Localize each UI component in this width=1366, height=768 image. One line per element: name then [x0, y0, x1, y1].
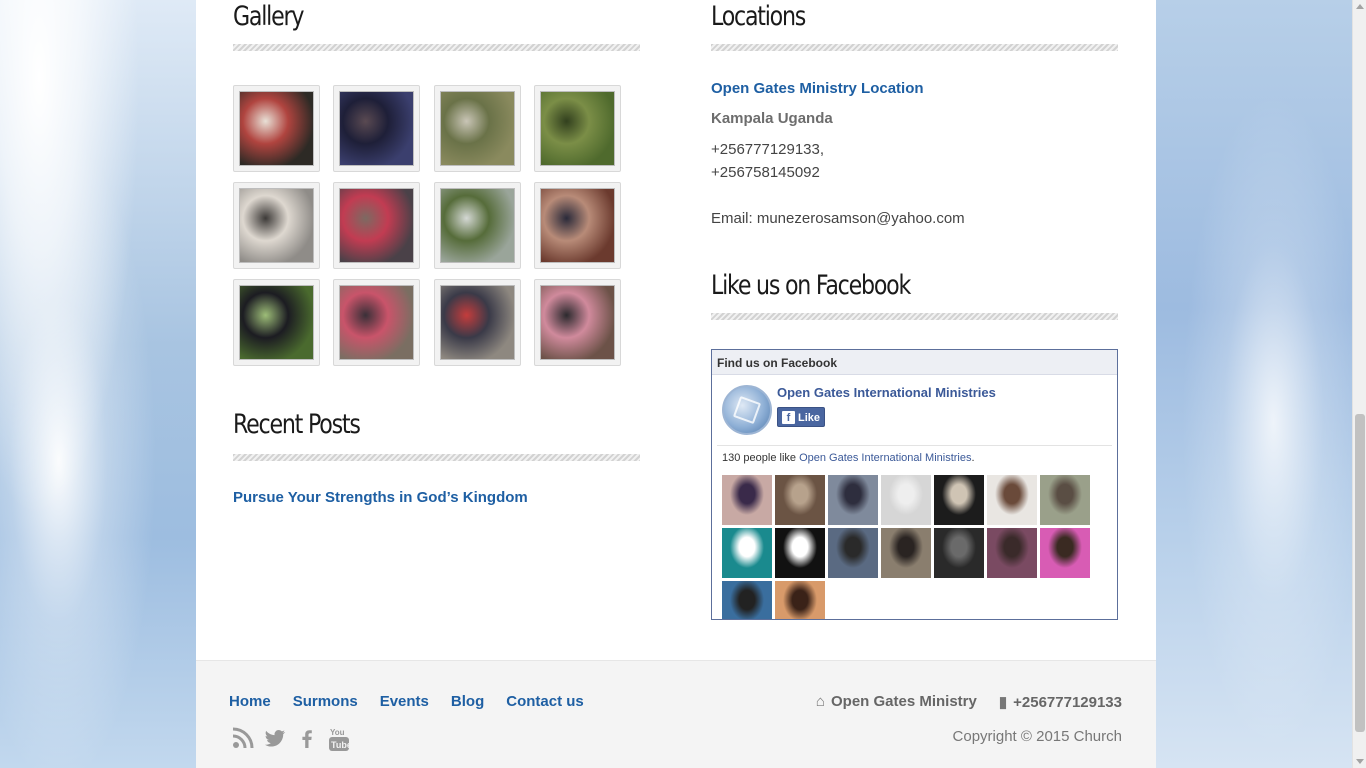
footer-nav-home[interactable]: Home: [229, 693, 271, 710]
footer-nav-blog[interactable]: Blog: [451, 693, 484, 710]
copyright-text: Copyright © 2015 Church: [952, 728, 1122, 745]
facebook-fan-avatar[interactable]: [987, 528, 1037, 578]
footer-phone: ▮ +256777129133: [999, 693, 1122, 711]
svg-text:Tube: Tube: [331, 740, 350, 750]
location-email: Email: munezerosamson@yahoo.com: [711, 210, 965, 227]
gallery-thumbnail[interactable]: [533, 182, 621, 269]
recent-posts-title: Recent Posts: [233, 409, 361, 440]
facebook-section-title: Like us on Facebook: [711, 270, 911, 301]
facebook-like-count: 130 people like Open Gates International…: [722, 452, 975, 464]
gallery-photo: [339, 91, 415, 166]
footer-contact: ⌂ Open Gates Ministry ▮ +256777129133: [816, 693, 1122, 711]
location-phone-1: +256777129133,: [711, 141, 825, 158]
gallery-photo: [339, 188, 415, 263]
svg-text:You: You: [330, 728, 345, 737]
scrollbar-thumb[interactable]: [1355, 414, 1365, 732]
gallery-thumbnail[interactable]: [533, 279, 621, 366]
like-count-prefix: 130 people like: [722, 452, 800, 464]
gallery-thumbnail[interactable]: [433, 182, 521, 269]
phone-icon: ▮: [998, 694, 1008, 711]
facebook-fan-avatar[interactable]: [828, 528, 878, 578]
gallery-photo: [239, 285, 314, 360]
like-label: Like: [798, 412, 821, 424]
youtube-icon[interactable]: You Tube: [328, 727, 352, 751]
gallery-thumbnail[interactable]: [533, 85, 621, 172]
gallery-thumbnail[interactable]: [433, 279, 521, 366]
footer-phone-text: +256777129133: [1013, 694, 1122, 711]
facebook-fan-avatar[interactable]: [775, 528, 825, 578]
facebook-fan-avatar[interactable]: [828, 475, 878, 525]
site-footer: Home Surmons Events Blog Contact us You T…: [196, 660, 1156, 768]
gallery-photo: [539, 285, 615, 360]
facebook-box-header: Find us on Facebook: [712, 350, 1117, 375]
social-links: You Tube: [232, 727, 352, 751]
facebook-fan-avatar[interactable]: [775, 581, 825, 619]
like-count-page-link[interactable]: Open Gates International Ministries: [799, 452, 971, 464]
locations-title: Locations: [711, 1, 806, 32]
gallery-thumbnail[interactable]: [433, 85, 521, 172]
page-logo-avatar[interactable]: [722, 385, 772, 435]
footer-nav: Home Surmons Events Blog Contact us: [229, 693, 584, 710]
facebook-fan-avatar[interactable]: [881, 528, 931, 578]
locations-divider: [711, 44, 1118, 51]
gallery-photo: [539, 188, 615, 263]
gallery-photo: [539, 91, 615, 166]
facebook-box-divider: [717, 445, 1112, 446]
like-count-suffix: .: [971, 452, 975, 464]
gallery-thumbnail[interactable]: [233, 85, 320, 172]
facebook-fan-avatar[interactable]: [1040, 475, 1090, 525]
facebook-f-icon: f: [782, 411, 795, 424]
location-phone-2: +256758145092: [711, 164, 820, 181]
gallery-photo: [439, 285, 515, 360]
home-icon: ⌂: [815, 693, 825, 710]
footer-nav-events[interactable]: Events: [380, 693, 429, 710]
facebook-fan-avatar[interactable]: [722, 528, 772, 578]
facebook-page-name-link[interactable]: Open Gates International Ministries: [777, 385, 996, 400]
facebook-fan-avatar[interactable]: [934, 528, 984, 578]
gallery-thumbnail[interactable]: [233, 182, 320, 269]
gallery-photo: [239, 188, 314, 263]
facebook-like-box: Find us on Facebook Open Gates Internati…: [711, 349, 1118, 620]
gallery-thumbnail[interactable]: [333, 279, 421, 366]
facebook-fan-avatar[interactable]: [934, 475, 984, 525]
background-sky-right: [1156, 0, 1352, 768]
recent-post-link[interactable]: Pursue Your Strengths in God’s Kingdom: [233, 489, 528, 506]
gallery-photo: [339, 285, 415, 360]
main-content: Gallery Recent Posts Pursue Your Strengt…: [196, 0, 1156, 660]
footer-nav-surmons[interactable]: Surmons: [293, 693, 358, 710]
background-sky-left: [0, 0, 196, 768]
gallery-thumbnail[interactable]: [233, 279, 320, 366]
twitter-icon[interactable]: [264, 727, 286, 749]
gallery-title: Gallery: [233, 1, 304, 32]
facebook-divider: [711, 313, 1118, 320]
page-scrollbar[interactable]: [1352, 0, 1366, 768]
gallery-thumbnail[interactable]: [333, 182, 421, 269]
rss-icon[interactable]: [232, 727, 254, 749]
footer-nav-contact[interactable]: Contact us: [506, 693, 584, 710]
facebook-fan-avatar[interactable]: [722, 475, 772, 525]
gallery-photo: [439, 91, 515, 166]
gallery-divider: [233, 44, 640, 51]
facebook-fan-avatar[interactable]: [1040, 528, 1090, 578]
footer-address-text: Open Gates Ministry: [830, 693, 977, 710]
facebook-fan-avatar[interactable]: [722, 581, 772, 619]
scroll-down-arrow-icon[interactable]: [1356, 759, 1364, 764]
footer-address: ⌂ Open Gates Ministry: [816, 693, 977, 711]
gallery-photo: [439, 188, 515, 263]
facebook-fan-avatar[interactable]: [775, 475, 825, 525]
location-city: Kampala Uganda: [711, 110, 833, 127]
gallery-thumbnail[interactable]: [333, 85, 421, 172]
facebook-like-button[interactable]: f Like: [777, 407, 825, 427]
facebook-icon[interactable]: [296, 727, 318, 749]
gallery-photo: [239, 91, 314, 166]
facebook-fan-avatar[interactable]: [881, 475, 931, 525]
recent-posts-divider: [233, 454, 640, 461]
scroll-up-arrow-icon[interactable]: [1356, 4, 1364, 9]
location-name-link[interactable]: Open Gates Ministry Location: [711, 80, 924, 97]
facebook-fan-avatar[interactable]: [987, 475, 1037, 525]
